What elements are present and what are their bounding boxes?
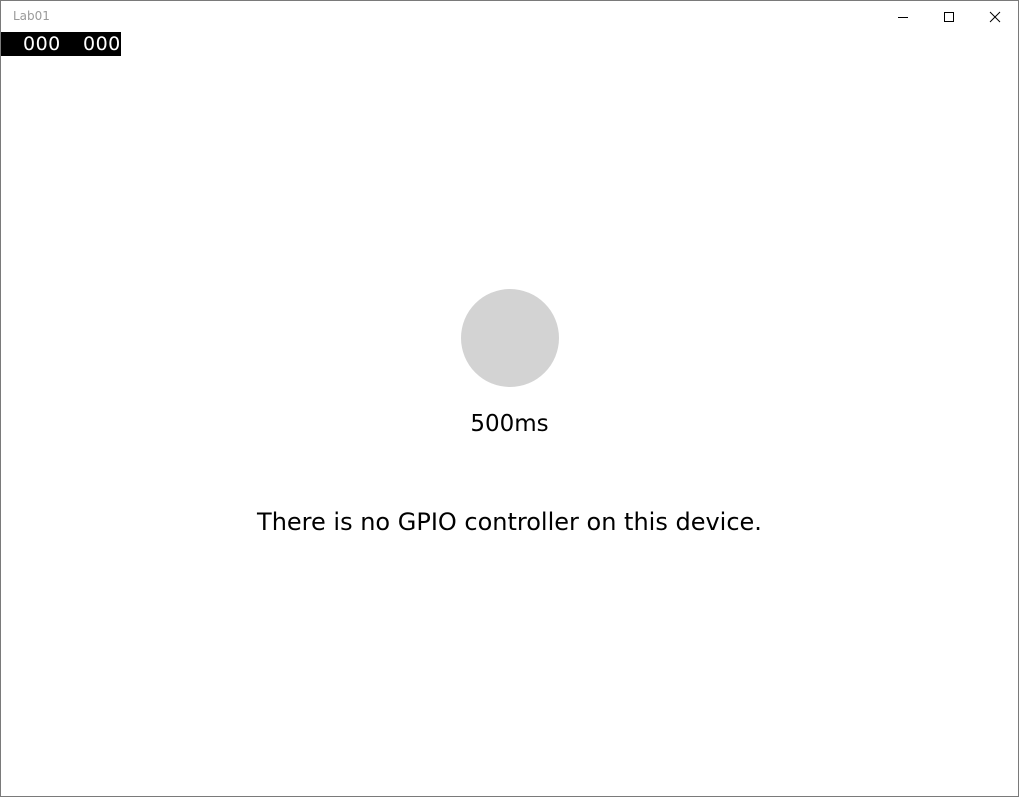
minimize-button[interactable] [880,1,926,32]
frame-counter-left: 000 [23,33,61,55]
maximize-button[interactable] [926,1,972,32]
window-title: Lab01 [13,9,50,23]
app-window: Lab01 000 000 500ms There is no GPIO con… [0,0,1019,797]
led-indicator [461,289,559,387]
close-button[interactable] [972,1,1018,32]
delay-label: 500ms [470,411,549,437]
gpio-status-text: There is no GPIO controller on this devi… [257,508,762,536]
minimize-icon [898,16,908,18]
frame-counter-right: 000 [83,33,121,55]
maximize-icon [944,11,954,22]
title-bar[interactable]: Lab01 [1,1,1018,32]
close-icon [989,11,1001,22]
frame-rate-counter: 000 000 [1,32,121,56]
